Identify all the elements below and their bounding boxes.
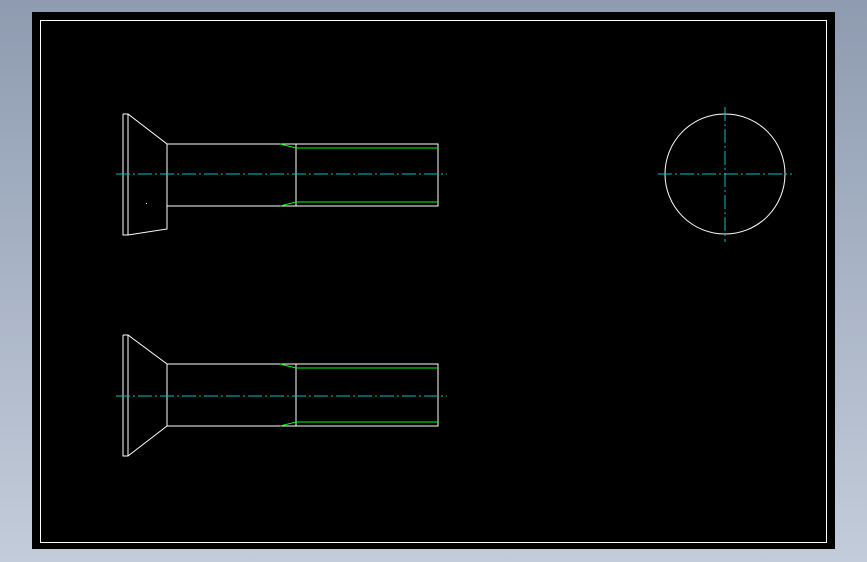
thread-root-lines: [279, 363, 438, 427]
screw-side-view-upper[interactable]: [116, 113, 447, 236]
drawing-border: [40, 20, 827, 543]
drawing-viewport[interactable]: [32, 12, 835, 549]
marker-dot: [146, 203, 147, 204]
screw-shank-outline: [167, 363, 297, 427]
screw-thread-outline: [296, 363, 439, 427]
screw-thread-outline: [296, 143, 439, 207]
screw-shank-outline: [167, 143, 297, 207]
cad-drawing-canvas[interactable]: [32, 12, 835, 549]
screw-side-view-lower[interactable]: [116, 334, 447, 457]
screw-end-view[interactable]: [658, 107, 792, 242]
thread-root-lines: [279, 143, 438, 207]
